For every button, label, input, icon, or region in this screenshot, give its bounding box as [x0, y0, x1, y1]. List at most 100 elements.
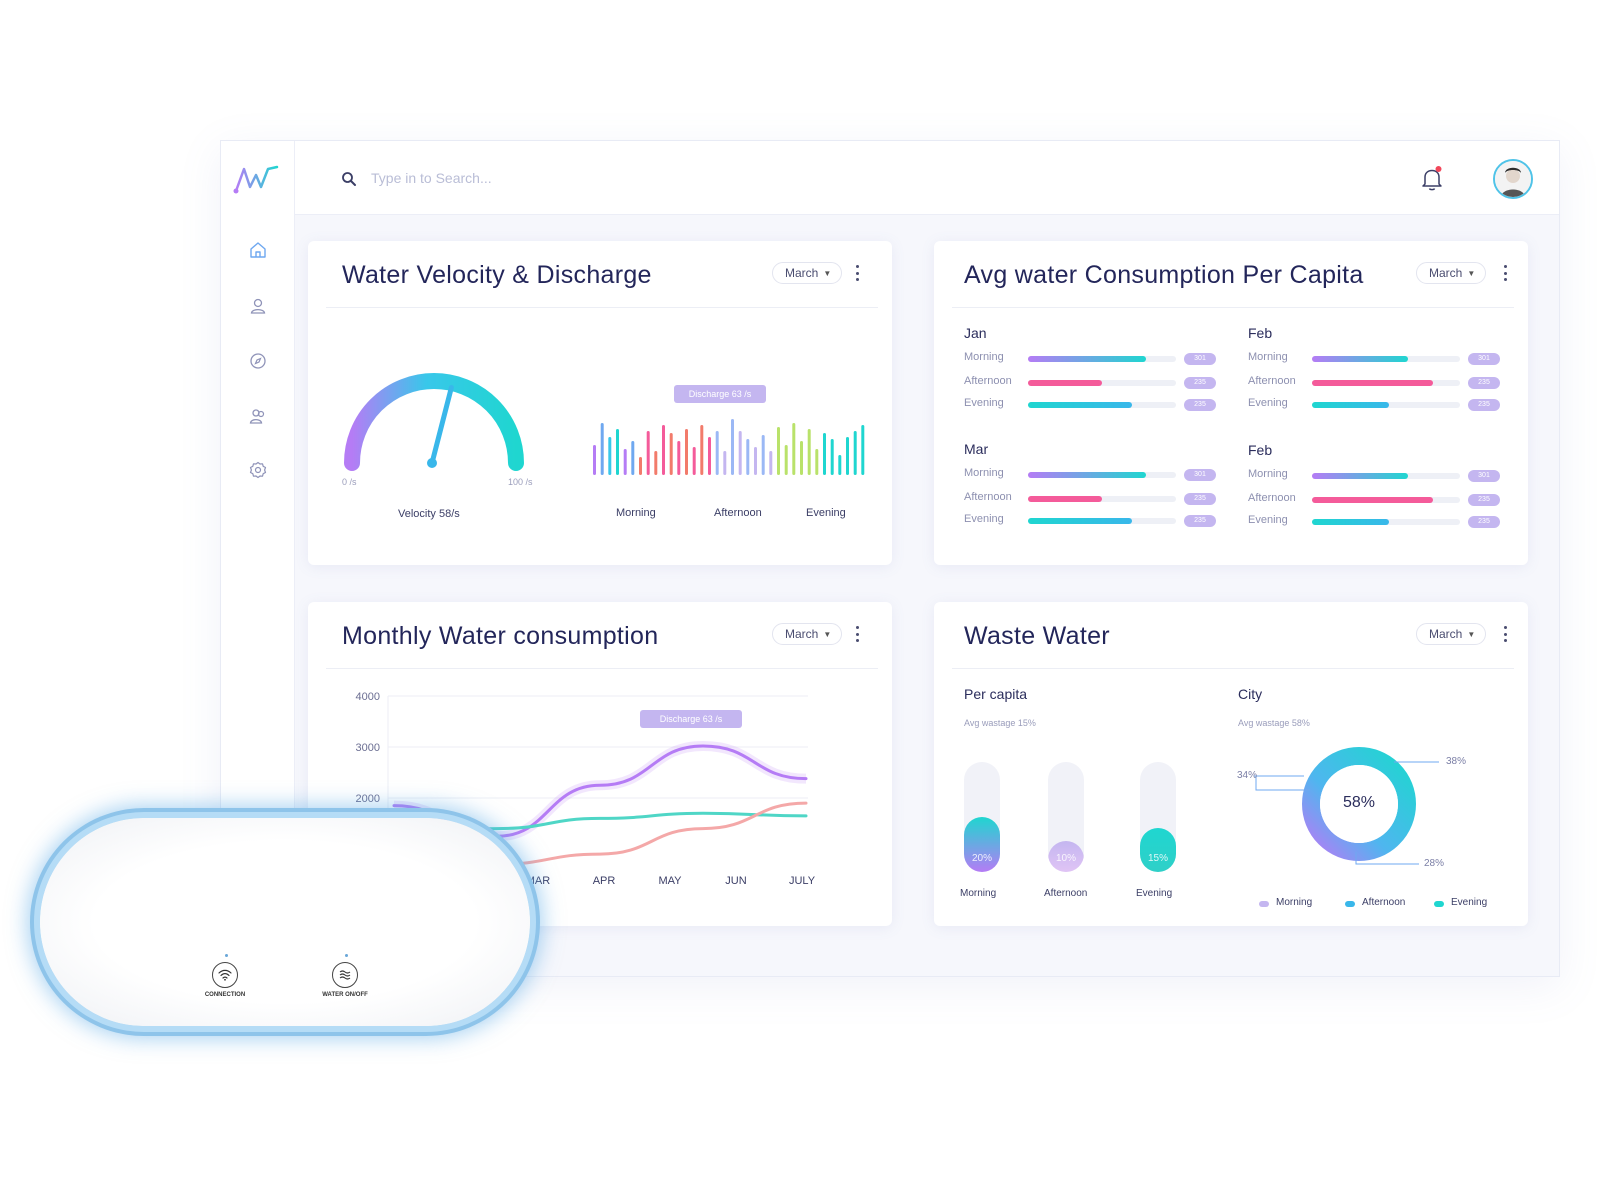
user-icon[interactable]: [245, 293, 271, 319]
more-menu-icon[interactable]: [852, 624, 862, 644]
month-dropdown[interactable]: March ▼: [772, 262, 843, 284]
wastage-bar-value: 15%: [1147, 853, 1168, 864]
x-tick-label: JUN: [725, 875, 746, 887]
water-toggle-label: WATER ON/OFF: [322, 992, 368, 998]
callout-28: 28%: [1424, 858, 1445, 869]
compass-icon[interactable]: [245, 348, 271, 374]
discharge-bar: [769, 451, 773, 475]
city-title: City: [1238, 686, 1263, 702]
x-tick-label: JULY: [789, 875, 816, 887]
connection-button[interactable]: [212, 962, 238, 988]
discharge-bar: [723, 451, 727, 475]
notification-bell-icon[interactable]: [1419, 165, 1445, 193]
more-menu-icon[interactable]: [1500, 263, 1510, 283]
velocity-gauge: [344, 373, 524, 471]
discharge-bar: [838, 455, 842, 475]
discharge-bar: [662, 425, 665, 475]
progress-fill: [1028, 356, 1147, 362]
legend-evening: Evening: [1451, 897, 1488, 908]
gauge-needle: [429, 385, 454, 466]
card-title: Monthly Water consumption: [342, 622, 659, 650]
month-dropdown[interactable]: March ▼: [772, 623, 843, 645]
progress-track: [1312, 356, 1460, 362]
progress-track: [1028, 356, 1176, 362]
y-tick-label: 3000: [356, 742, 380, 754]
discharge-bar: [861, 425, 865, 475]
progress-fill: [1312, 497, 1434, 503]
row-label: Morning: [1248, 351, 1288, 363]
legend-morning-swatch: [1259, 901, 1269, 907]
connection-indicator-dot: [225, 954, 228, 957]
wastage-bar: 10%: [1048, 762, 1084, 872]
value-badge: 235: [1184, 493, 1216, 505]
discharge-bar: [807, 429, 811, 475]
discharge-bar: [608, 437, 612, 475]
progress-fill: [1028, 402, 1132, 408]
discharge-bar: [853, 431, 857, 475]
divider: [326, 668, 878, 669]
row-label: Morning: [964, 351, 1004, 363]
discharge-bar: [685, 429, 688, 475]
home-icon[interactable]: [245, 237, 271, 263]
gear-icon[interactable]: [245, 457, 271, 483]
row-label: Afternoon: [964, 491, 1012, 503]
y-tick-label: 4000: [356, 691, 380, 703]
water-waves-icon: [339, 970, 351, 980]
group-title: Feb: [1248, 325, 1273, 341]
discharge-bar: [754, 447, 757, 475]
notification-dot: [1435, 166, 1442, 172]
avatar[interactable]: [1493, 159, 1533, 199]
wastage-bar-fill: [1140, 828, 1176, 872]
row-label: Morning: [964, 467, 1004, 479]
search-input[interactable]: [371, 165, 771, 191]
wastage-bar-label: Afternoon: [1044, 888, 1088, 899]
progress-track: [1312, 473, 1460, 479]
row-label: Evening: [964, 397, 1004, 409]
search-icon: [342, 172, 356, 186]
progress-track: [1028, 380, 1176, 386]
consumption-card: Avg water Consumption Per Capita March ▼ …: [934, 241, 1528, 565]
caret-down-icon: ▼: [1467, 629, 1476, 639]
city-subtitle: Avg wastage 58%: [1238, 718, 1310, 728]
legend-afternoon: Afternoon: [1362, 897, 1406, 908]
callout-34: 34%: [1237, 770, 1258, 781]
more-menu-icon[interactable]: [852, 263, 862, 283]
divider: [952, 668, 1514, 669]
discharge-bar: [669, 433, 673, 475]
month-dropdown[interactable]: March ▼: [1416, 262, 1487, 284]
users-icon[interactable]: [245, 403, 271, 429]
progress-track: [1312, 519, 1460, 525]
progress-track: [1028, 518, 1176, 524]
progress-fill: [1312, 402, 1389, 408]
month-dropdown[interactable]: March ▼: [1416, 623, 1487, 645]
group-title: Mar: [964, 441, 989, 457]
row-label: Evening: [1248, 514, 1288, 526]
app-logo: [233, 165, 279, 194]
more-menu-icon[interactable]: [1500, 624, 1510, 644]
row-label: Evening: [964, 513, 1004, 525]
discharge-bar: [677, 441, 681, 475]
wastage-bar-label: Evening: [1136, 888, 1173, 899]
discharge-bar: [846, 437, 849, 475]
connection-label: CONNECTION: [204, 992, 246, 998]
group-title: Feb: [1248, 442, 1273, 458]
legend-morning: Morning: [1276, 897, 1313, 908]
value-badge: 235: [1468, 494, 1500, 506]
discharge-bar: [815, 449, 819, 475]
caret-down-icon: ▼: [1467, 268, 1476, 278]
gauge-min-label: 0 /s: [342, 477, 357, 487]
row-label: Morning: [1248, 468, 1288, 480]
progress-fill: [1028, 472, 1147, 478]
legend-evening-swatch: [1434, 901, 1444, 907]
wastage-bar: 15%: [1140, 762, 1176, 872]
wastage-bar-value: 10%: [1055, 853, 1076, 864]
discharge-bar: [792, 423, 796, 475]
donut-center-value: 58%: [1342, 794, 1376, 811]
water-sensor-device: CONNECTION WATER ON/OFF: [40, 818, 530, 1026]
progress-track: [1028, 402, 1176, 408]
per-capita-title: Per capita: [964, 686, 1028, 702]
discharge-bar: [823, 433, 826, 475]
water-toggle-button[interactable]: [332, 962, 358, 988]
row-label: Afternoon: [964, 375, 1012, 387]
discharge-tooltip: Discharge 63 /s: [674, 385, 766, 403]
